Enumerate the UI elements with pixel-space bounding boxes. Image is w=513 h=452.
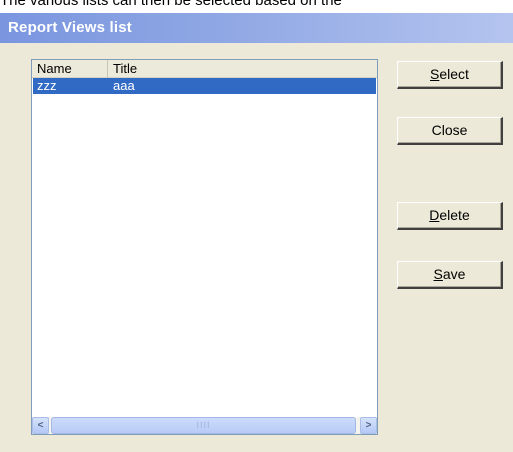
title-bar[interactable]: Report Views list — [0, 13, 513, 43]
delete-label-rest: elete — [439, 207, 470, 223]
column-header-title[interactable]: Title — [108, 60, 377, 78]
select-label-rest: elect — [439, 66, 469, 82]
dialog-title: Report Views list — [8, 19, 132, 36]
column-header-name[interactable]: Name — [32, 60, 108, 78]
save-label-rest: ave — [442, 266, 466, 282]
row-name-cell: zzz — [37, 78, 57, 93]
background-document-text: The various lists can then be selected b… — [0, 0, 342, 9]
scroll-right-arrow-icon[interactable]: > — [360, 417, 377, 434]
close-button[interactable]: Close — [397, 117, 503, 145]
save-button[interactable]: Save — [397, 261, 503, 289]
row-title-cell: aaa — [113, 78, 135, 93]
report-views-dialog: Report Views list Name Title zzz aaa < I… — [0, 13, 513, 452]
column-header-bar: Name Title — [32, 60, 377, 78]
save-mnemonic: S — [433, 266, 443, 282]
scroll-left-arrow-icon[interactable]: < — [32, 417, 49, 434]
close-label: Close — [431, 122, 468, 138]
select-button[interactable]: Select — [397, 61, 503, 89]
delete-button[interactable]: Delete — [397, 202, 503, 230]
horizontal-scrollbar[interactable]: < IIII > — [32, 417, 377, 434]
delete-mnemonic: D — [429, 207, 440, 223]
report-views-listview[interactable]: Name Title zzz aaa < IIII > — [31, 59, 378, 435]
scrollbar-thumb[interactable]: IIII — [51, 417, 356, 434]
select-mnemonic: S — [430, 66, 440, 82]
list-row-selected[interactable]: zzz aaa — [33, 78, 376, 94]
